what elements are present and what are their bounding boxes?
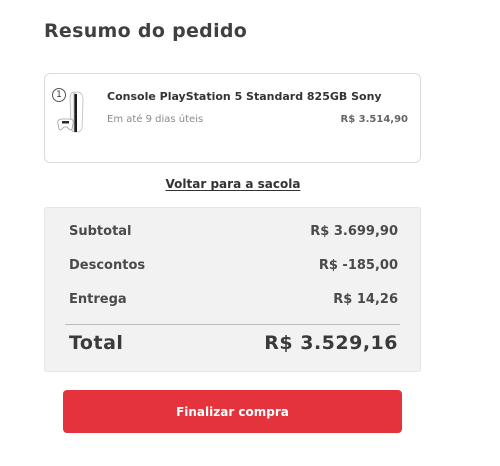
checkout-button[interactable]: Finalizar compra <box>63 390 402 433</box>
discount-value: R$ -185,00 <box>318 258 398 273</box>
quantity-badge: 1 <box>52 88 66 102</box>
product-name: Console PlayStation 5 Standard 825GB Son… <box>107 90 382 103</box>
total-value: R$ 3.529,16 <box>264 332 398 354</box>
shipping-value: R$ 14,26 <box>333 292 398 307</box>
product-price: R$ 3.514,90 <box>340 114 409 125</box>
summary-divider <box>65 324 400 325</box>
subtotal-row: Subtotal R$ 3.699,90 <box>69 224 398 239</box>
total-row: Total R$ 3.529,16 <box>69 332 398 354</box>
subtotal-value: R$ 3.699,90 <box>310 224 398 239</box>
page-title: Resumo do pedido <box>44 20 248 42</box>
total-label: Total <box>69 332 124 354</box>
discount-row: Descontos R$ -185,00 <box>69 258 398 273</box>
back-to-bag-link[interactable]: Voltar para a sacola <box>0 177 466 191</box>
order-summary: Subtotal R$ 3.699,90 Descontos R$ -185,0… <box>44 207 421 372</box>
shipping-row: Entrega R$ 14,26 <box>69 292 398 307</box>
product-card: 1 Console PlayStation 5 Standard 825GB S… <box>44 73 421 163</box>
discount-label: Descontos <box>69 258 146 273</box>
delivery-time: Em até 9 dias úteis <box>107 114 204 125</box>
subtotal-label: Subtotal <box>69 224 132 239</box>
shipping-label: Entrega <box>69 292 127 307</box>
